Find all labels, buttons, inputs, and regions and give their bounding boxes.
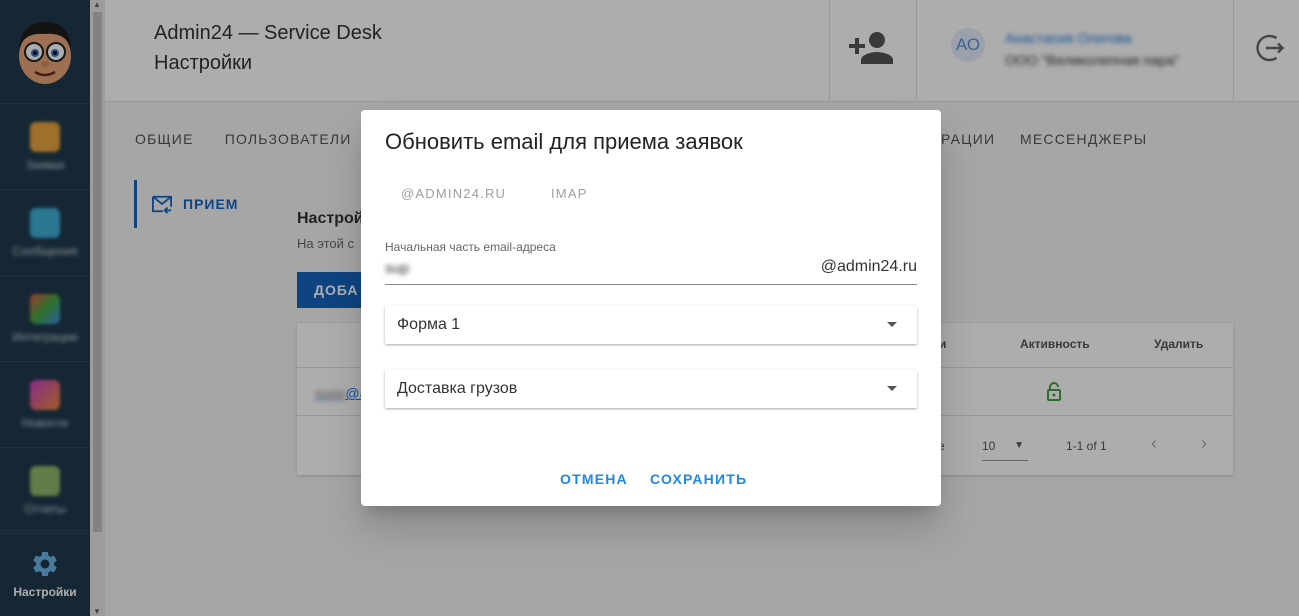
- dropdown-arrow-icon: [887, 322, 897, 327]
- form-select[interactable]: Форма 1: [385, 306, 917, 344]
- email-prefix-field[interactable]: sup @admin24.ru: [385, 258, 917, 285]
- form-select-value: Форма 1: [397, 316, 461, 333]
- dialog-title: Обновить email для приема заявок: [385, 129, 743, 154]
- cancel-button[interactable]: ОТМЕНА: [560, 471, 628, 487]
- dialog-tab-admin24[interactable]: @ADMIN24.RU: [401, 186, 506, 201]
- category-select[interactable]: Доставка грузов: [385, 370, 917, 408]
- dropdown-arrow-icon: [887, 386, 897, 391]
- dialog-tab-imap[interactable]: IMAP: [551, 186, 588, 201]
- update-email-dialog: Обновить email для приема заявок @ADMIN2…: [361, 110, 941, 506]
- save-button[interactable]: СОХРАНИТЬ: [650, 471, 747, 487]
- email-prefix-label: Начальная часть email-адреса: [385, 240, 556, 254]
- category-select-value: Доставка грузов: [397, 380, 518, 397]
- email-domain-suffix: @admin24.ru: [820, 258, 917, 275]
- email-prefix-value: sup: [385, 260, 410, 277]
